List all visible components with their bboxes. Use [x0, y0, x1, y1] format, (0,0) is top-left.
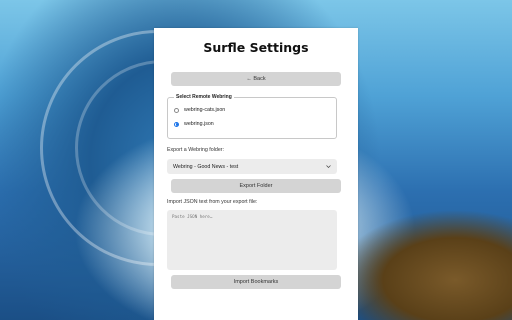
remote-webring-group: Select Remote Webring webring-cats.json …	[167, 94, 337, 139]
export-folder-selected-value: Webring - Good News - test	[173, 163, 239, 170]
import-json-textarea[interactable]	[167, 210, 337, 270]
export-folder-select[interactable]: Webring - Good News - test	[167, 159, 337, 174]
radio-option-label: webring.json	[184, 121, 214, 127]
export-folder-button[interactable]: Export Folder	[171, 179, 341, 193]
radio-button-selected[interactable]	[174, 121, 179, 127]
page-title: Surfle Settings	[203, 40, 309, 55]
remote-webring-legend: Select Remote Webring	[176, 94, 232, 100]
radio-option-label: webring-cats.json	[184, 107, 226, 113]
back-button[interactable]: ← Back	[171, 72, 341, 86]
radio-option-webring[interactable]: webring.json	[174, 117, 330, 131]
radio-button[interactable]	[174, 107, 179, 113]
import-bookmarks-button[interactable]: Import Bookmarks	[171, 275, 341, 289]
radio-option-webring-cats[interactable]: webring-cats.json	[174, 103, 330, 117]
chevron-down-icon	[326, 165, 331, 168]
settings-panel: Surfle Settings ← Back Select Remote Web…	[154, 28, 358, 320]
